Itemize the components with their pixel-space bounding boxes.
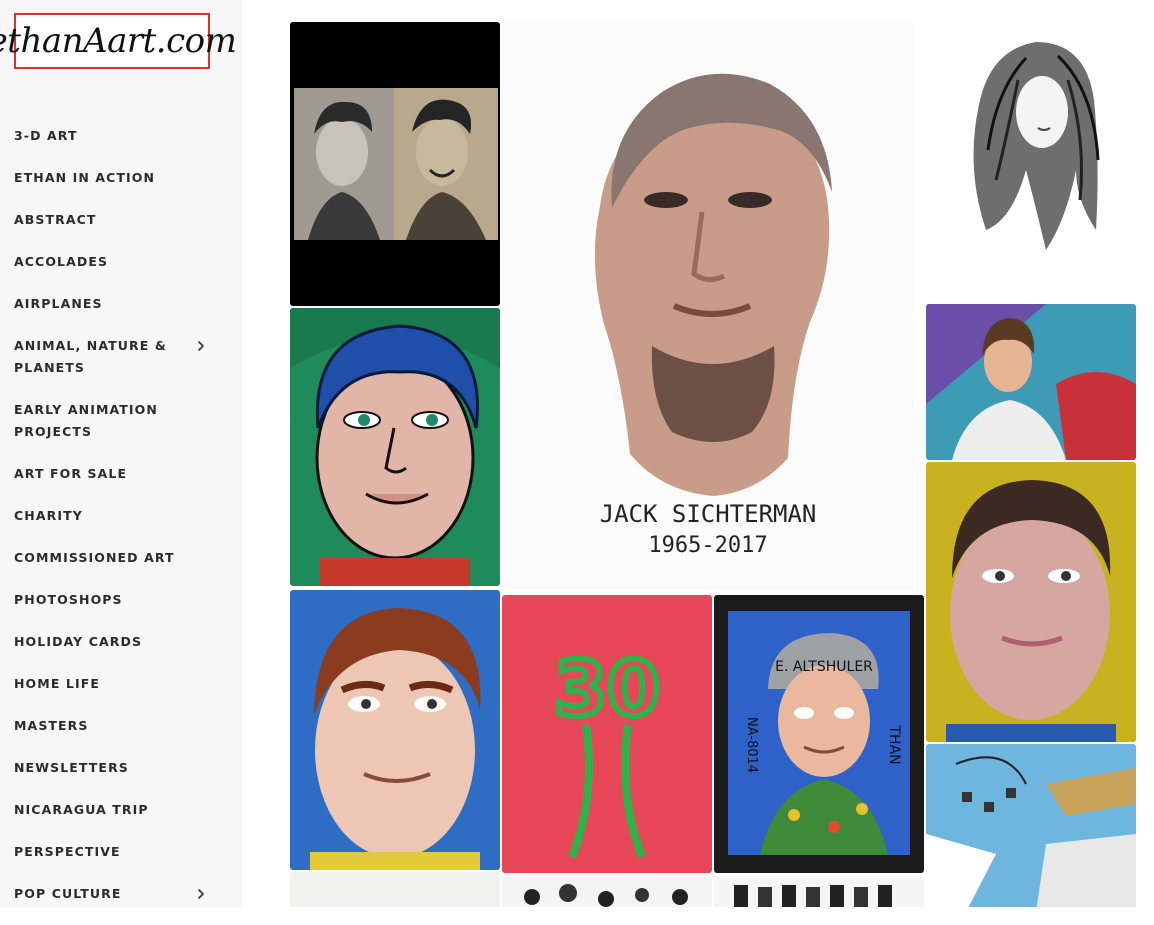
gallery-tile-charcoal-portraits[interactable] — [290, 22, 500, 306]
nav-item-label: COMMISSIONED ART — [14, 550, 175, 565]
artwork-image — [290, 22, 500, 306]
nav-item-animal-nature-planets[interactable]: ANIMAL, NATURE & PLANETS — [0, 335, 242, 399]
artwork-image — [926, 20, 1136, 302]
gallery-grid: JACK SICHTERMAN 1965-2017 30 E. ALTSHULE… — [242, 0, 1154, 907]
nav-item-ethan-in-action[interactable]: ETHAN IN ACTION — [0, 167, 242, 209]
artwork-image: E. ALTSHULER THAN NA-8014 — [714, 595, 924, 873]
artwork-image — [714, 877, 924, 907]
nav-item-label: POP CULTURE — [14, 886, 122, 901]
nav-item-label: HOLIDAY CARDS — [14, 634, 143, 649]
gallery-tile-number-painting[interactable]: 30 — [502, 595, 712, 873]
nav-item-airplanes[interactable]: AIRPLANES — [0, 293, 242, 335]
artwork-image: JACK SICHTERMAN 1965-2017 — [502, 22, 914, 590]
nav-item-photoshops[interactable]: PHOTOSHOPS — [0, 589, 242, 631]
gallery-tile-abstract-collage[interactable] — [926, 744, 1136, 907]
gallery-tile-partial[interactable] — [714, 877, 924, 907]
framed-side-right: THAN — [886, 724, 902, 764]
gallery-tile-framed-portrait[interactable]: E. ALTSHULER THAN NA-8014 — [714, 595, 924, 873]
nav-item-label: ART FOR SALE — [14, 466, 128, 481]
framed-side-left: NA-8014 — [744, 717, 759, 773]
artwork-image — [926, 304, 1136, 460]
nav-item-label: PERSPECTIVE — [14, 844, 121, 859]
artwork-image — [290, 590, 500, 870]
nav-item-label: CHARITY — [14, 508, 83, 523]
framed-cap-text: E. ALTSHULER — [775, 659, 873, 675]
nav-item-label: MASTERS — [14, 718, 89, 733]
artwork-image — [926, 744, 1136, 907]
gallery-tile-partial[interactable] — [502, 877, 712, 907]
sidebar: ethanAart.com 3-D ART ETHAN IN ACTION AB… — [0, 0, 242, 907]
memorial-name: JACK SICHTERMAN — [600, 500, 817, 528]
chevron-right-icon[interactable] — [194, 887, 208, 901]
nav-item-pop-culture[interactable]: POP CULTURE — [0, 883, 242, 925]
number-text: 30 — [554, 644, 660, 733]
nav-item-3d-art[interactable]: 3-D ART — [0, 125, 242, 167]
artwork-image — [502, 877, 712, 907]
gallery-tile-hair-sketch[interactable] — [926, 20, 1136, 302]
nav-item-label: ETHAN IN ACTION — [14, 170, 156, 185]
nav-item-label: HOME LIFE — [14, 676, 101, 691]
artwork-image: 30 — [502, 595, 712, 873]
nav-item-holiday-cards[interactable]: HOLIDAY CARDS — [0, 631, 242, 673]
gallery-tile-blue-hair-portrait[interactable] — [290, 308, 500, 586]
gallery-tile-mosaic-portrait[interactable] — [926, 462, 1136, 742]
nav-item-newsletters[interactable]: NEWSLETTERS — [0, 757, 242, 799]
nav-item-label: AIRPLANES — [14, 296, 103, 311]
nav-item-art-for-sale[interactable]: ART FOR SALE — [0, 463, 242, 505]
gallery-tile-memorial-portrait[interactable]: JACK SICHTERMAN 1965-2017 — [502, 22, 914, 590]
chevron-right-icon[interactable] — [194, 339, 208, 353]
artwork-image — [290, 872, 500, 907]
nav-item-label: PHOTOSHOPS — [14, 592, 123, 607]
nav-item-accolades[interactable]: ACCOLADES — [0, 251, 242, 293]
nav-item-abstract[interactable]: ABSTRACT — [0, 209, 242, 251]
nav-item-perspective[interactable]: PERSPECTIVE — [0, 841, 242, 883]
artwork-image — [926, 462, 1136, 742]
main-nav: 3-D ART ETHAN IN ACTION ABSTRACT ACCOLAD… — [0, 125, 242, 925]
nav-item-label: NICARAGUA TRIP — [14, 802, 149, 817]
nav-item-commissioned-art[interactable]: COMMISSIONED ART — [0, 547, 242, 589]
nav-item-label: NEWSLETTERS — [14, 760, 129, 775]
nav-item-label: ABSTRACT — [14, 212, 97, 227]
nav-item-charity[interactable]: CHARITY — [0, 505, 242, 547]
artwork-image — [290, 308, 500, 586]
gallery-tile-partial[interactable] — [290, 872, 500, 907]
nav-item-early-animation-projects[interactable]: EARLY ANIMATION PROJECTS — [0, 399, 242, 463]
nav-item-masters[interactable]: MASTERS — [0, 715, 242, 757]
nav-item-home-life[interactable]: HOME LIFE — [0, 673, 242, 715]
memorial-years: 1965-2017 — [648, 533, 767, 558]
nav-item-label: EARLY ANIMATION PROJECTS — [14, 402, 158, 439]
nav-item-nicaragua-trip[interactable]: NICARAGUA TRIP — [0, 799, 242, 841]
nav-item-label: ACCOLADES — [14, 254, 109, 269]
gallery-tile-freckled-portrait[interactable] — [290, 590, 500, 870]
site-logo[interactable]: ethanAart.com — [0, 13, 237, 69]
nav-item-label: 3-D ART — [14, 128, 78, 143]
gallery-tile-boy-white-shirt[interactable] — [926, 304, 1136, 460]
nav-item-label: ANIMAL, NATURE & PLANETS — [14, 338, 167, 375]
